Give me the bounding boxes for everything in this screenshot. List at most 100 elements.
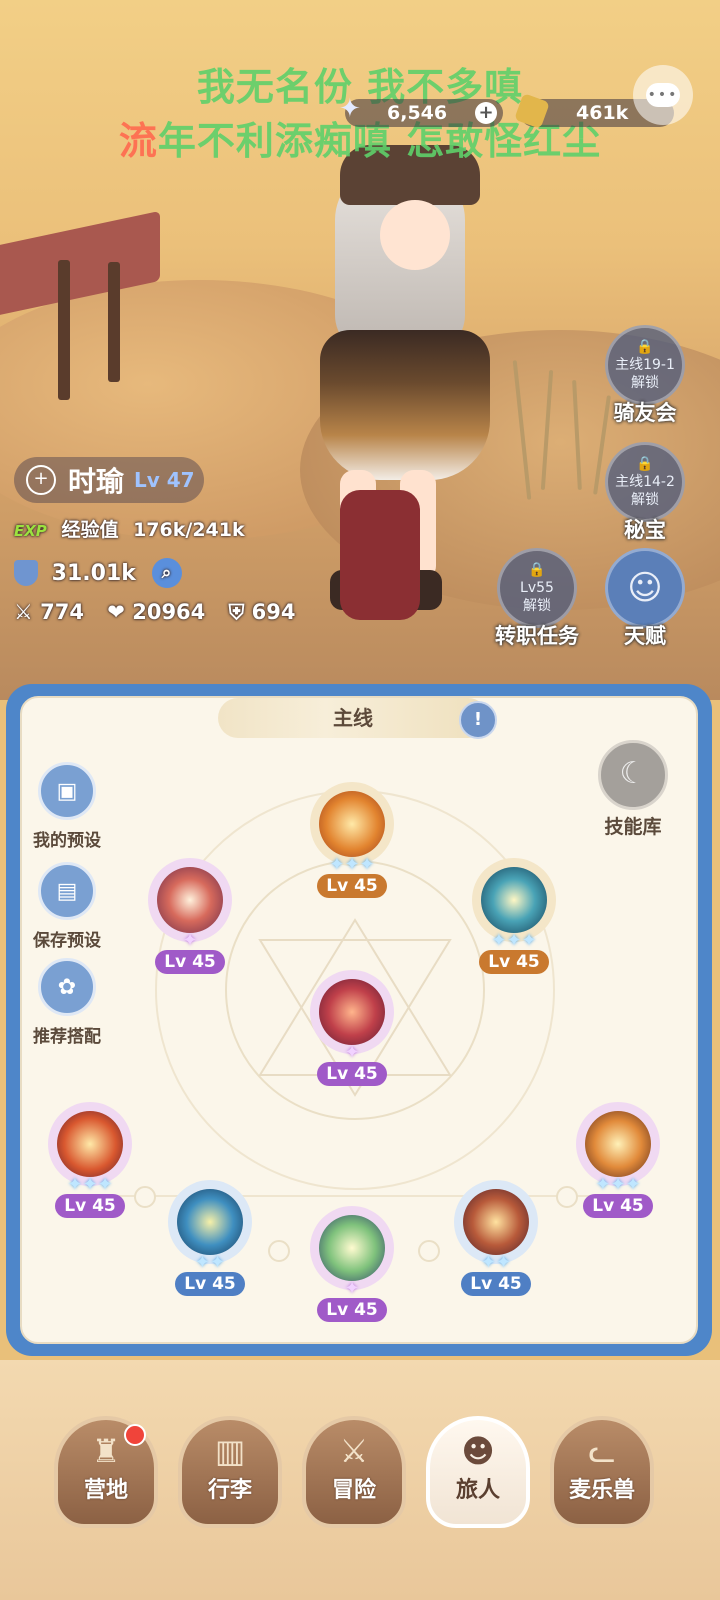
job-change-quest-label: 转职任务: [495, 624, 579, 648]
skill-level: Lv 45: [55, 1194, 125, 1218]
skill-slot[interactable]: ✦ Lv 45: [148, 858, 232, 974]
recommended-combo-button[interactable]: ✿ 推荐搭配: [24, 958, 110, 1047]
chat-button[interactable]: •••: [633, 65, 693, 125]
fence-post: [108, 262, 120, 382]
lock-icon: 🔒: [636, 456, 654, 472]
skill-stars: ✦✦✦: [67, 1174, 113, 1195]
treasure-button[interactable]: 🔒 主线14-2 解锁 秘宝: [602, 442, 688, 544]
nav-camp-label: 营地: [83, 1478, 128, 1503]
talent-circle: ☺: [605, 548, 685, 628]
skill-slot[interactable]: ✦✦ Lv 45: [168, 1180, 252, 1296]
tab-main-line[interactable]: 主线: [218, 698, 488, 738]
skill-icon-strike: [463, 1189, 529, 1255]
skill-level: Lv 45: [461, 1272, 531, 1296]
lock-icon: 🔒: [636, 339, 654, 355]
skill-stars: ✦: [182, 930, 198, 951]
rider-club-label: 骑友会: [613, 401, 677, 425]
path-node: [134, 1186, 156, 1208]
skill-level: Lv 45: [583, 1194, 653, 1218]
shield-crest-icon: [14, 560, 38, 586]
save-preset-label: 保存预设: [33, 931, 101, 951]
chat-bubble-icon: •••: [646, 83, 680, 107]
power-row: 31.01k ⌕: [14, 558, 182, 588]
character-face: [380, 200, 450, 270]
nav-luggage-label: 行李: [207, 1478, 252, 1503]
skill-stars: ✦: [344, 1278, 360, 1299]
class-icon: +: [26, 465, 56, 495]
skill-icon-fire: [57, 1111, 123, 1177]
skill-icon-explosion: [585, 1111, 651, 1177]
skill-slot[interactable]: ✦✦ Lv 45: [454, 1180, 538, 1296]
backpack-icon: ▥: [214, 1432, 246, 1470]
skill-stars: ✦✦✦: [329, 854, 375, 875]
nav-traveler[interactable]: ☻ 旅人: [426, 1416, 530, 1528]
shield-icon: ⛨: [228, 600, 245, 624]
crystal-value: 6,546: [387, 102, 448, 124]
skill-icon-slash: [319, 979, 385, 1045]
skill-library-button[interactable]: ☾ 技能库: [590, 740, 676, 839]
exp-label: 经验值: [61, 519, 119, 541]
unlock-requirement: Lv55 解锁: [520, 580, 554, 614]
skill-slot[interactable]: ✦ Lv 45: [310, 970, 394, 1086]
character-level: Lv 47: [134, 468, 195, 492]
attribute-row: ⚔ 774 ❤ 20964 ⛨ 694: [14, 600, 296, 625]
nav-beast[interactable]: ᓚ 麦乐兽: [550, 1416, 654, 1528]
skill-slot[interactable]: ✦✦✦ Lv 45: [472, 858, 556, 974]
cards-icon: ▣: [38, 762, 96, 820]
character-name-bar[interactable]: + 时瑜 Lv 47: [14, 457, 204, 503]
skill-level: Lv 45: [317, 1062, 387, 1086]
skill-stars: ✦✦✦: [491, 930, 537, 951]
treasure-label: 秘宝: [624, 518, 666, 542]
add-crystal-button[interactable]: +: [475, 102, 497, 124]
skill-level: Lv 45: [155, 950, 225, 974]
skill-icon-light: [157, 867, 223, 933]
skill-level: Lv 45: [479, 950, 549, 974]
nav-camp[interactable]: ♜ 营地: [54, 1416, 158, 1528]
rider-club-button[interactable]: 🔒 主线19-1 解锁 骑友会: [602, 325, 688, 427]
recommended-combo-label: 推荐搭配: [33, 1027, 101, 1047]
swords-icon: ⚔: [14, 600, 33, 624]
skill-stars: ✦✦✦: [595, 1174, 641, 1195]
fence-post: [58, 260, 70, 400]
skill-slot[interactable]: ✦✦✦ Lv 45: [48, 1102, 132, 1218]
magnifier-icon[interactable]: ⌕: [151, 558, 182, 588]
nav-adventure[interactable]: ⚔ 冒险: [302, 1416, 406, 1528]
my-preset-label: 我的预设: [33, 831, 101, 851]
skill-level: Lv 45: [317, 1298, 387, 1322]
talent-label: 天赋: [624, 624, 666, 648]
skill-stars: ✦✦: [480, 1252, 512, 1273]
attack-value: 774: [40, 600, 84, 624]
nav-luggage[interactable]: ▥ 行李: [178, 1416, 282, 1528]
skill-icon-burst: [319, 791, 385, 857]
exp-badge: EXP: [14, 522, 47, 540]
skill-icon-orb: [481, 867, 547, 933]
locked-feature-circle: 🔒 主线19-1 解锁: [605, 325, 685, 405]
crossed-swords-icon: ⚔: [339, 1432, 369, 1470]
skill-stars: ✦✦: [194, 1252, 226, 1273]
gold-value: 461k: [576, 102, 629, 124]
skill-slot[interactable]: ✦✦✦ Lv 45: [576, 1102, 660, 1218]
character-icon: ☻: [461, 1432, 495, 1470]
lyric-red-char: 流: [118, 119, 158, 163]
exp-row: EXP 经验值 176k/241k: [14, 515, 245, 542]
talent-button[interactable]: ☺ 天赋: [602, 548, 688, 650]
job-change-quest-button[interactable]: 🔒 Lv55 解锁 转职任务: [490, 548, 584, 650]
moon-icon: ☾: [598, 740, 668, 810]
skill-stars: ✦: [344, 1042, 360, 1063]
save-preset-button[interactable]: ▤ 保存预设: [24, 862, 110, 951]
skill-slot[interactable]: ✦ Lv 45: [310, 1206, 394, 1322]
nav-beast-label: 麦乐兽: [568, 1478, 635, 1503]
path-node: [268, 1240, 290, 1262]
floppy-disk-icon: ▤: [38, 862, 96, 920]
pet-creature: [340, 490, 420, 620]
skill-level: Lv 45: [175, 1272, 245, 1296]
skill-level: Lv 45: [317, 874, 387, 898]
character-name: 时瑜: [68, 465, 125, 498]
skill-slot[interactable]: ✦✦✦ Lv 45: [310, 782, 394, 898]
book-icon[interactable]: !: [459, 701, 497, 739]
skill-library-label: 技能库: [604, 816, 662, 838]
hp-value: 20964: [132, 600, 206, 624]
heart-icon: ❤: [107, 600, 125, 624]
exp-value: 176k/241k: [133, 519, 245, 541]
my-preset-button[interactable]: ▣ 我的预设: [24, 762, 110, 851]
